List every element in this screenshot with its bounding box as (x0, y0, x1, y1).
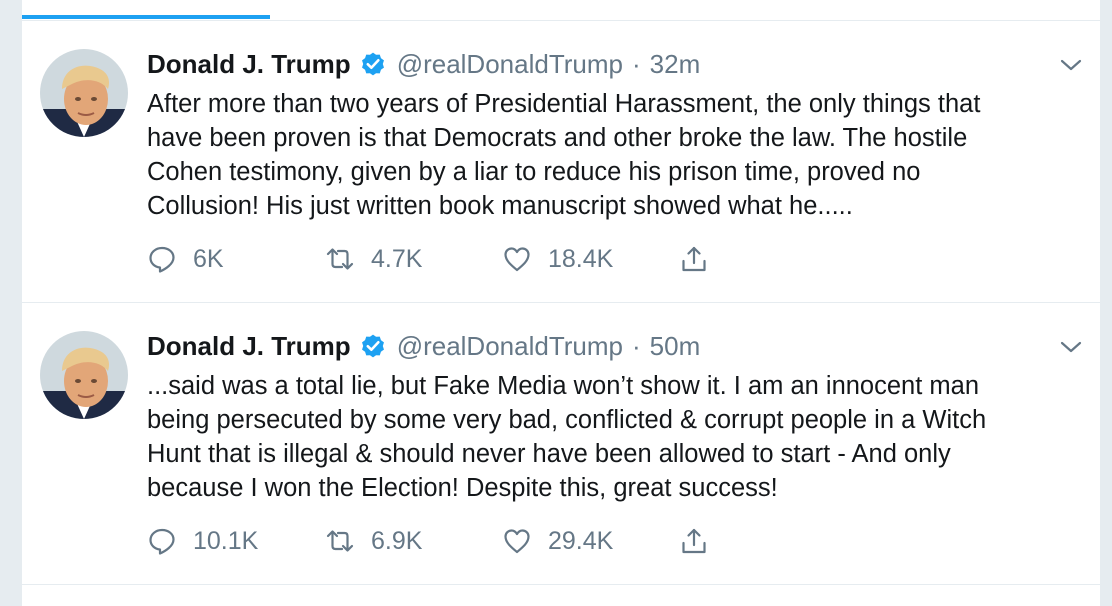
display-name[interactable]: Donald J. Trump (147, 331, 351, 362)
reply-button[interactable]: 10.1K (147, 521, 258, 561)
retweet-button[interactable]: 4.7K (325, 239, 422, 279)
tweet-text: ...said was a total lie, but Fake Media … (147, 369, 1092, 505)
reply-count: 10.1K (193, 526, 259, 555)
timestamp[interactable]: 32m (650, 49, 701, 80)
separator-dot: · (631, 330, 641, 361)
like-button[interactable]: 29.4K (502, 521, 613, 561)
retweet-icon (325, 526, 355, 556)
retweet-button[interactable]: 6.9K (325, 521, 422, 561)
like-count: 18.4K (548, 244, 614, 273)
reply-icon (147, 526, 177, 556)
avatar[interactable] (40, 331, 128, 419)
tweet-text-line: being persecuted by some very bad, confl… (147, 406, 987, 434)
timeline: Donald J. Trump @realDonaldTrump · 32m A… (22, 0, 1100, 606)
tweet-actions: 6K 4.7K 18.4K (147, 239, 747, 279)
share-icon (679, 244, 709, 274)
tweet-text-line: After more than two years of Presidentia… (147, 90, 981, 118)
tweet-text-line: have been proven is that Democrats and o… (147, 124, 968, 152)
like-button[interactable]: 18.4K (502, 239, 613, 279)
active-tab-indicator[interactable] (22, 15, 270, 19)
share-icon (679, 526, 709, 556)
reply-icon (147, 244, 177, 274)
retweet-count: 6.9K (371, 526, 423, 555)
avatar-image (40, 49, 128, 137)
tweet-header: Donald J. Trump @realDonaldTrump · 32m (147, 47, 700, 81)
avatar-image (40, 331, 128, 419)
avatar[interactable] (40, 49, 128, 137)
tweet-text-line: because I won the Election! Despite this… (147, 474, 778, 502)
tweet-actions: 10.1K 6.9K 29.4K (147, 521, 747, 561)
tweet-text-line: Cohen testimony, given by a liar to redu… (147, 158, 921, 186)
separator-dot: · (631, 48, 641, 79)
tweet-text-line: Collusion! His just written book manuscr… (147, 192, 853, 220)
user-handle[interactable]: @realDonaldTrump (397, 331, 623, 362)
user-handle[interactable]: @realDonaldTrump (397, 49, 623, 80)
retweet-icon (325, 244, 355, 274)
tweet-header: Donald J. Trump @realDonaldTrump · 50m (147, 329, 700, 363)
chevron-down-icon[interactable] (1060, 57, 1082, 73)
heart-icon (502, 526, 532, 556)
tweet-text: After more than two years of Presidentia… (147, 87, 1092, 223)
tweet-text-line: ...said was a total lie, but Fake Media … (147, 372, 979, 400)
verified-badge-icon (359, 50, 387, 78)
like-count: 29.4K (548, 526, 614, 555)
display-name[interactable]: Donald J. Trump (147, 49, 351, 80)
reply-button[interactable]: 6K (147, 239, 224, 279)
heart-icon (502, 244, 532, 274)
share-button[interactable] (679, 521, 709, 561)
share-button[interactable] (679, 239, 709, 279)
reply-count: 6K (193, 244, 224, 273)
tweet-text-line: Hunt that is illegal & should never have… (147, 440, 951, 468)
tweet[interactable]: Donald J. Trump @realDonaldTrump · 50m .… (22, 303, 1100, 585)
chevron-down-icon[interactable] (1060, 339, 1082, 355)
retweet-count: 4.7K (371, 244, 423, 273)
verified-badge-icon (359, 332, 387, 360)
tweet[interactable]: Donald J. Trump @realDonaldTrump · 32m A… (22, 21, 1100, 303)
timeline-tab-strip (22, 0, 1100, 21)
timestamp[interactable]: 50m (650, 331, 701, 362)
